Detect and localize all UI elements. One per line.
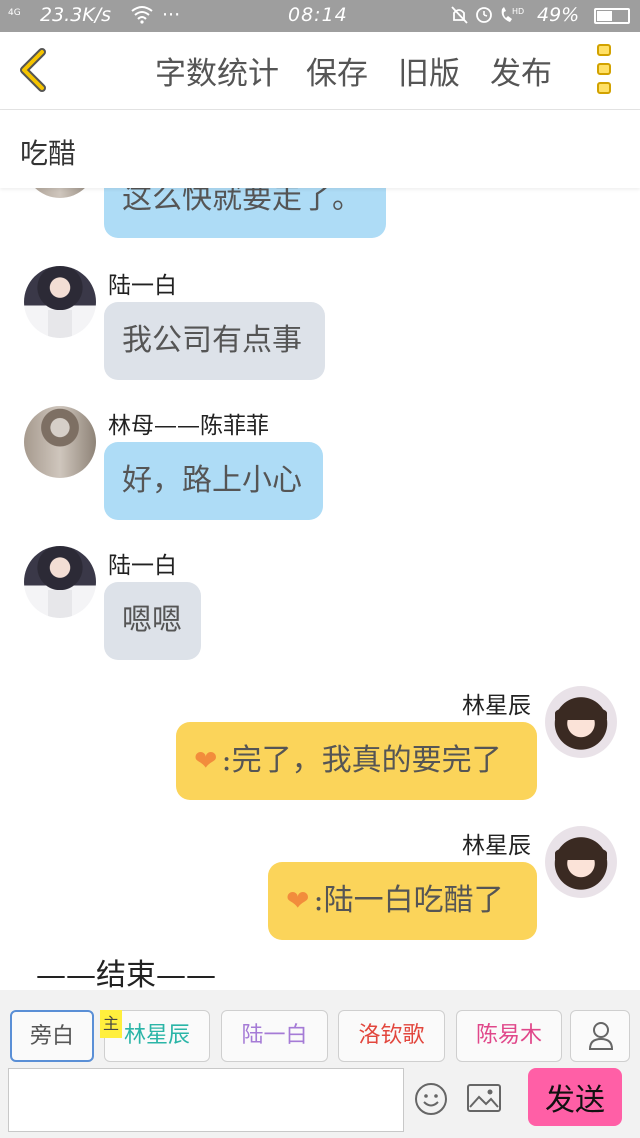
avatar[interactable] [24, 266, 96, 338]
status-bar: 4G 23.3K/s ··· 08:14 HD 49% [0, 0, 640, 32]
status-icons: HD [450, 4, 528, 31]
image-icon [467, 1084, 501, 1112]
user-icon [588, 1022, 614, 1050]
avatar[interactable] [24, 546, 96, 618]
more-dot [597, 82, 611, 94]
message-bubble[interactable]: ❤:陆一白吃醋了 [268, 862, 537, 940]
chapter-title[interactable]: 吃醋 [20, 132, 76, 172]
avatar[interactable] [24, 188, 96, 198]
character-selector: 旁白 主 林星辰 陆一白 洛钦歌 陈易木 [0, 990, 640, 1062]
message-text: 这么快就要走了。 [122, 188, 362, 216]
character-button[interactable]: 洛钦歌 [338, 1010, 445, 1062]
chat-area[interactable]: 这么快就要走了。 陆一白 我公司有点事 林母——陈菲菲 好，路上小心 陆一白 嗯… [0, 188, 640, 990]
more-dot [597, 44, 611, 56]
clock: 08:14 [288, 4, 348, 26]
message-text: 我公司有点事 [122, 323, 302, 358]
sender-name: 林母——陈菲菲 [108, 413, 269, 439]
message-bubble[interactable]: 好，路上小心 [104, 442, 323, 520]
character-label: 陆一白 [241, 1023, 308, 1048]
avatar[interactable] [24, 406, 96, 478]
message-input[interactable] [8, 1068, 404, 1132]
smiley-icon [415, 1083, 447, 1115]
more-dot [597, 63, 611, 75]
character-button[interactable]: 陆一白 [221, 1010, 328, 1062]
message-bubble[interactable]: 这么快就要走了。 [104, 188, 386, 238]
more-menu-button[interactable] [592, 44, 616, 100]
wifi-icon [130, 4, 154, 29]
avatar[interactable] [545, 686, 617, 758]
heart-icon: ❤ [194, 744, 218, 777]
message-bubble[interactable]: 我公司有点事 [104, 302, 325, 380]
message-text: 嗯嗯 [122, 603, 182, 638]
character-label: 林星辰 [123, 1023, 190, 1048]
sender-name: 陆一白 [108, 273, 177, 299]
chevron-left-icon [20, 48, 46, 92]
sender-name: 林星辰 [462, 833, 531, 859]
word-count-button[interactable]: 字数统计 [155, 48, 279, 93]
battery-percent: 49% [537, 4, 580, 26]
character-label: 洛钦歌 [358, 1023, 425, 1048]
character-button-narrator[interactable]: 旁白 [10, 1010, 94, 1062]
network-speed: 23.3K/s [40, 4, 112, 26]
back-button[interactable] [12, 46, 56, 94]
battery-icon [594, 8, 630, 24]
emoji-button[interactable] [414, 1082, 448, 1116]
character-label: 旁白 [29, 1024, 74, 1049]
save-button[interactable]: 保存 [306, 48, 368, 93]
mute-icon [451, 6, 468, 24]
character-label: 陈易木 [475, 1023, 542, 1048]
send-button[interactable]: 发送 [528, 1068, 622, 1126]
message-text: 好，路上小心 [122, 463, 302, 498]
sender-name: 陆一白 [108, 553, 177, 579]
end-marker: ——结束—— [36, 958, 216, 990]
network-indicator: 4G [8, 8, 21, 18]
publish-button[interactable]: 发布 [490, 48, 552, 93]
message-bubble[interactable]: 嗯嗯 [104, 582, 201, 660]
sender-name: 林星辰 [462, 693, 531, 719]
character-button[interactable]: 陈易木 [456, 1010, 562, 1062]
old-version-button[interactable]: 旧版 [398, 48, 460, 93]
avatar[interactable] [545, 826, 617, 898]
more-notifications-icon: ··· [162, 4, 181, 26]
hd-call-icon: HD [501, 7, 524, 22]
message-bubble[interactable]: ❤:完了，我真的要完了 [176, 722, 537, 800]
top-nav: 字数统计 保存 旧版 发布 [0, 32, 640, 110]
message-text: :完了，我真的要完了 [221, 743, 502, 778]
message-text: :陆一白吃醋了 [313, 883, 504, 918]
battery-level [597, 11, 612, 21]
main-role-badge: 主 [100, 1010, 122, 1038]
alarm-icon [476, 7, 492, 23]
svg-text:HD: HD [512, 7, 524, 16]
heart-icon: ❤ [286, 884, 310, 917]
chapter-title-bar: 吃醋 [0, 110, 640, 188]
image-button[interactable] [466, 1082, 502, 1114]
add-character-button[interactable] [570, 1010, 630, 1062]
input-bar: 发送 [0, 1062, 640, 1138]
